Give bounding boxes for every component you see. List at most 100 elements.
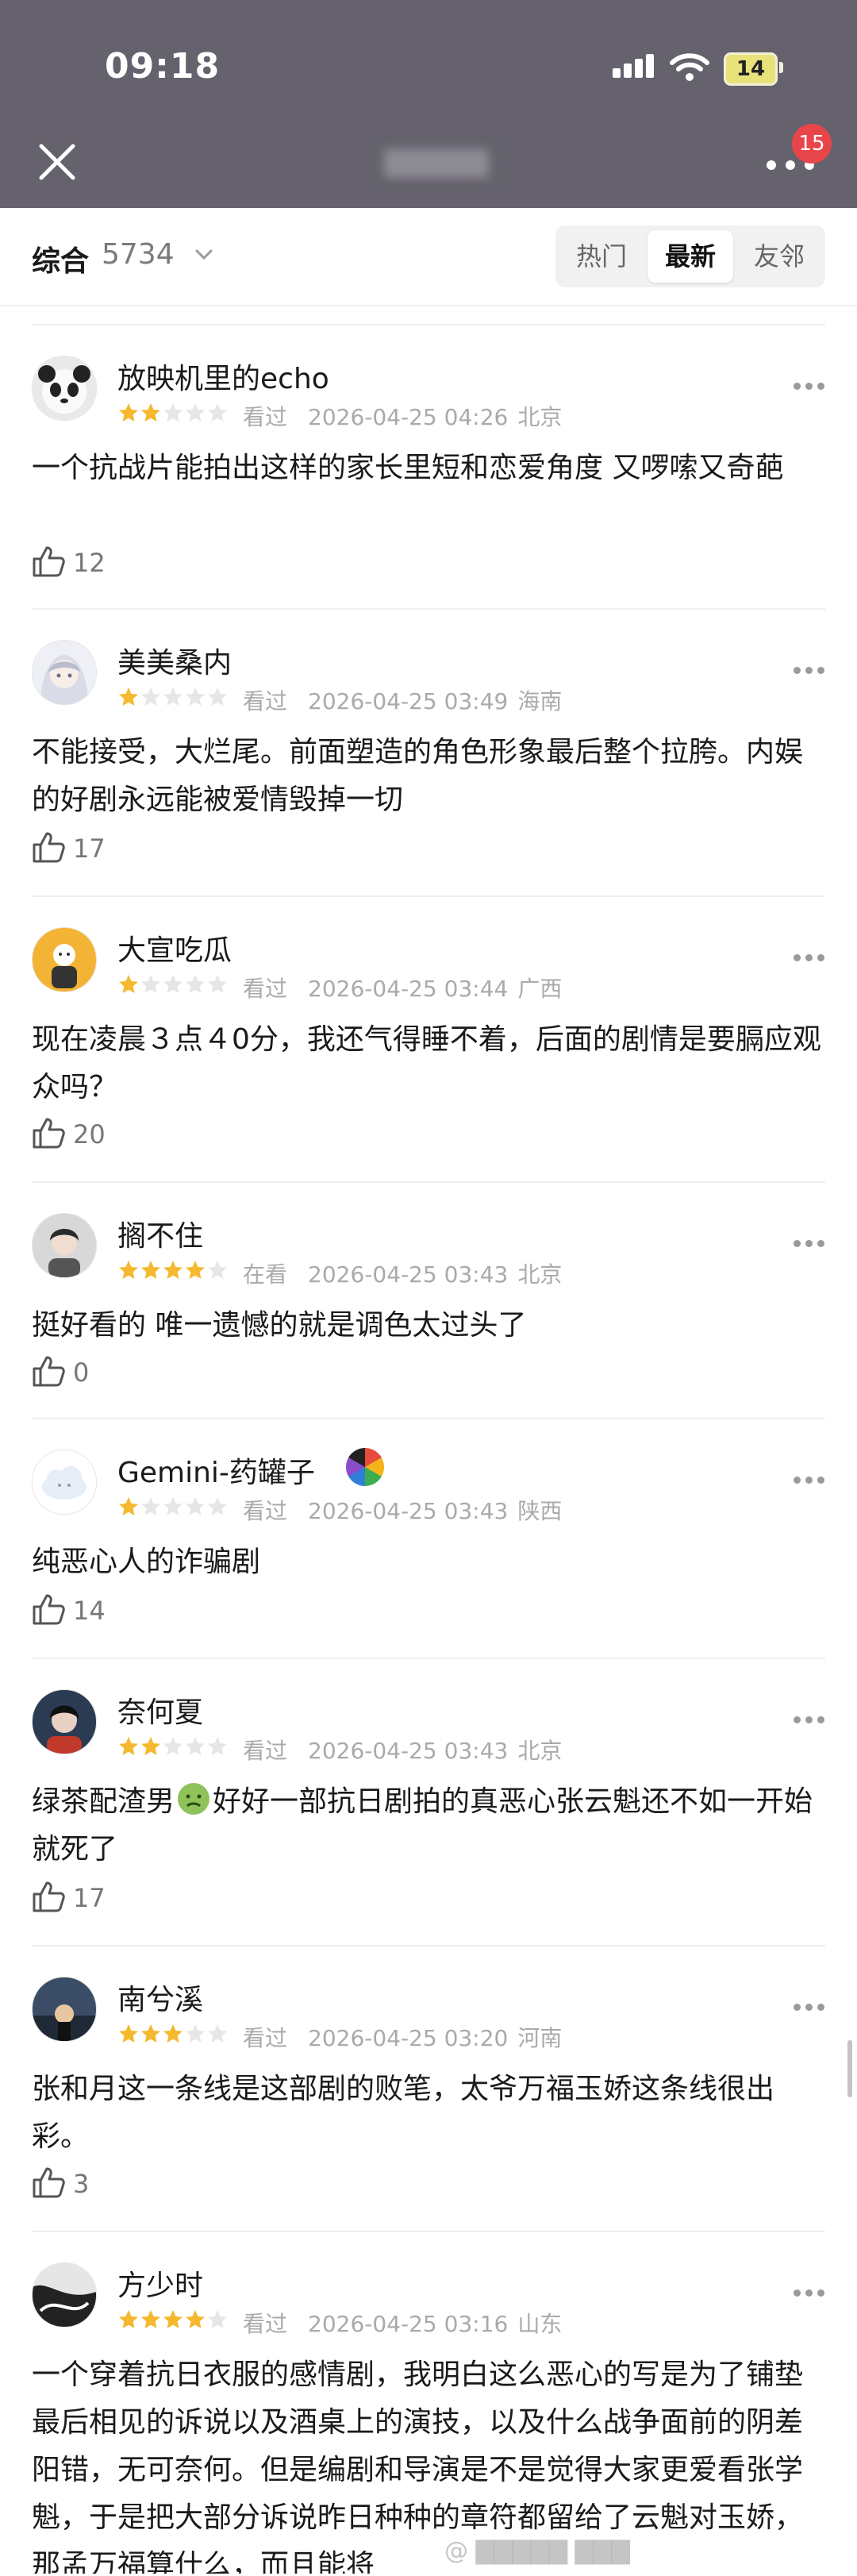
watch-status: 在看 [243,1261,288,1288]
review-more-button[interactable] [794,1240,825,1248]
star-empty-icon [163,1737,183,1755]
top-bar: 09:18 14 ▇▇▇▇▇ 15 [0,0,857,208]
notification-badge: 15 [792,124,832,164]
username[interactable]: 方少时 [117,2262,203,2304]
review-more-button[interactable] [794,2289,825,2297]
review-meta: 看过 2026-04-25 03:49 海南 [243,684,562,716]
avatar[interactable] [32,1689,97,1754]
tab-segment: 热门 最新 友邻 [555,225,825,287]
thumbs-up-icon [33,1881,65,1912]
star-empty-icon [208,1261,227,1279]
username[interactable]: 南兮溪 [117,1977,203,2018]
username[interactable]: 美美桑内 [117,640,232,681]
review-meta: 看过 2026-04-25 03:43 北京 [243,1734,562,1765]
username[interactable]: 搁不住 [117,1213,203,1254]
watch-status: 看过 [243,1738,288,1764]
tab-hot[interactable]: 热门 [559,230,644,283]
review-content: 挺好看的 唯一遗憾的就是调色太过头了 [32,1309,527,1342]
watch-status: 看过 [243,1498,288,1524]
review-content: 张和月这一条线是这部剧的败笔，太爷万福玉娇这条线很出彩。 [32,2073,775,2153]
review-location: 北京 [517,1261,563,1288]
review-date: 2026-04-25 04:26 [308,404,509,430]
rating-stars [117,2023,229,2047]
signal-icon [613,51,659,83]
tab-latest[interactable]: 最新 [648,230,733,283]
review-more-button[interactable] [794,1477,825,1484]
rating-stars [117,2308,229,2332]
star-empty-icon [186,975,205,993]
star-filled-icon [119,2024,138,2043]
nauseated-face-icon [178,1783,210,1815]
review-meta: 看过 2026-04-25 03:44 广西 [243,972,562,1003]
avatar[interactable] [32,640,97,705]
review-date: 2026-04-25 03:20 [308,2025,509,2051]
wifi-icon [670,53,709,81]
watch-status: 看过 [243,2311,288,2337]
review-content: 不能接受，大烂尾。前面塑造的角色形象最后整个拉胯。内娱的好剧永远能被爱情毁掉一切 [32,736,804,816]
review-location: 河南 [517,2025,563,2051]
review-meta: 在看 2026-04-25 03:43 北京 [243,1257,562,1289]
review-item: 南兮溪 看过 2026-04-25 03:20 河南 张和月这一条线是这部剧的败笔，… [0,1946,857,2232]
star-filled-icon [186,2310,205,2328]
username[interactable]: Gemini-药罐子 [117,1450,315,1491]
thumbs-up-icon [33,1594,65,1625]
avatar[interactable] [32,2262,97,2328]
star-empty-icon [163,1497,183,1515]
star-empty-icon [208,403,227,422]
star-empty-icon [208,1497,227,1515]
star-filled-icon [119,687,138,706]
watch-status: 看过 [243,2025,288,2051]
thumbs-up-icon [33,1118,65,1149]
close-icon[interactable] [35,140,79,184]
review-date: 2026-04-25 03:43 [308,1261,509,1288]
review-meta: 看过 2026-04-25 03:20 河南 [243,2021,562,2053]
star-filled-icon [119,403,138,422]
star-filled-icon [119,1497,138,1515]
star-empty-icon [208,1737,227,1755]
rating-stars [117,402,229,425]
review-more-button[interactable] [794,2004,825,2012]
star-empty-icon [186,403,205,422]
battery-tip [779,62,783,73]
review-more-button[interactable] [794,1716,825,1724]
star-empty-icon [163,403,183,422]
scrollbar-thumb[interactable] [847,2040,852,2097]
username[interactable]: 大宣吃瓜 [117,927,232,968]
avatar[interactable] [32,1213,97,1278]
chevron-down-icon[interactable] [194,245,214,265]
username[interactable]: 奈何夏 [117,1689,203,1731]
review-location: 山东 [517,2311,563,2337]
avatar[interactable] [32,356,97,421]
review-more-button[interactable] [794,383,825,391]
avatar[interactable] [32,927,97,992]
review-meta: 看过 2026-04-25 03:43 陕西 [243,1494,562,1526]
review-item: 奈何夏 看过 2026-04-25 03:43 北京 绿茶配渣男 好好一部抗日剧拍的真… [0,1659,857,1946]
thumbs-up-icon [33,1356,65,1387]
review-item: Gemini-药罐子 看过 2026-04-25 03:43 陕西 纯恶心人的诈骗剧… [0,1419,857,1659]
review-location: 广西 [517,976,563,1002]
review-meta: 看过 2026-04-25 04:26 北京 [243,400,562,432]
star-empty-icon [163,975,183,993]
watch-status: 看过 [243,688,288,714]
review-content: 绿茶配渣男 好好一部抗日剧拍的真恶心张云魁还不如一开始就死了 [32,1778,825,1873]
review-more-button[interactable] [794,954,825,962]
rating-stars [117,1259,229,1283]
review-count: 5734 [102,238,175,271]
star-filled-icon [141,1261,160,1279]
review-date: 2026-04-25 03:43 [308,1738,509,1764]
rating-stars [117,1496,229,1519]
star-filled-icon [141,2310,160,2328]
star-filled-icon [119,1737,138,1755]
review-location: 北京 [517,404,563,430]
username[interactable]: 放映机里的echo [117,356,329,397]
star-empty-icon [141,687,160,706]
avatar[interactable] [32,1977,97,2042]
star-filled-icon [119,2310,138,2328]
avatar[interactable] [32,1450,97,1515]
star-filled-icon [119,1261,138,1279]
rating-stars [117,686,229,710]
sort-dropdown-label[interactable]: 综合 [32,238,89,279]
tab-friends[interactable]: 友邻 [736,230,822,283]
star-filled-icon [141,1737,160,1755]
review-more-button[interactable] [794,667,825,675]
